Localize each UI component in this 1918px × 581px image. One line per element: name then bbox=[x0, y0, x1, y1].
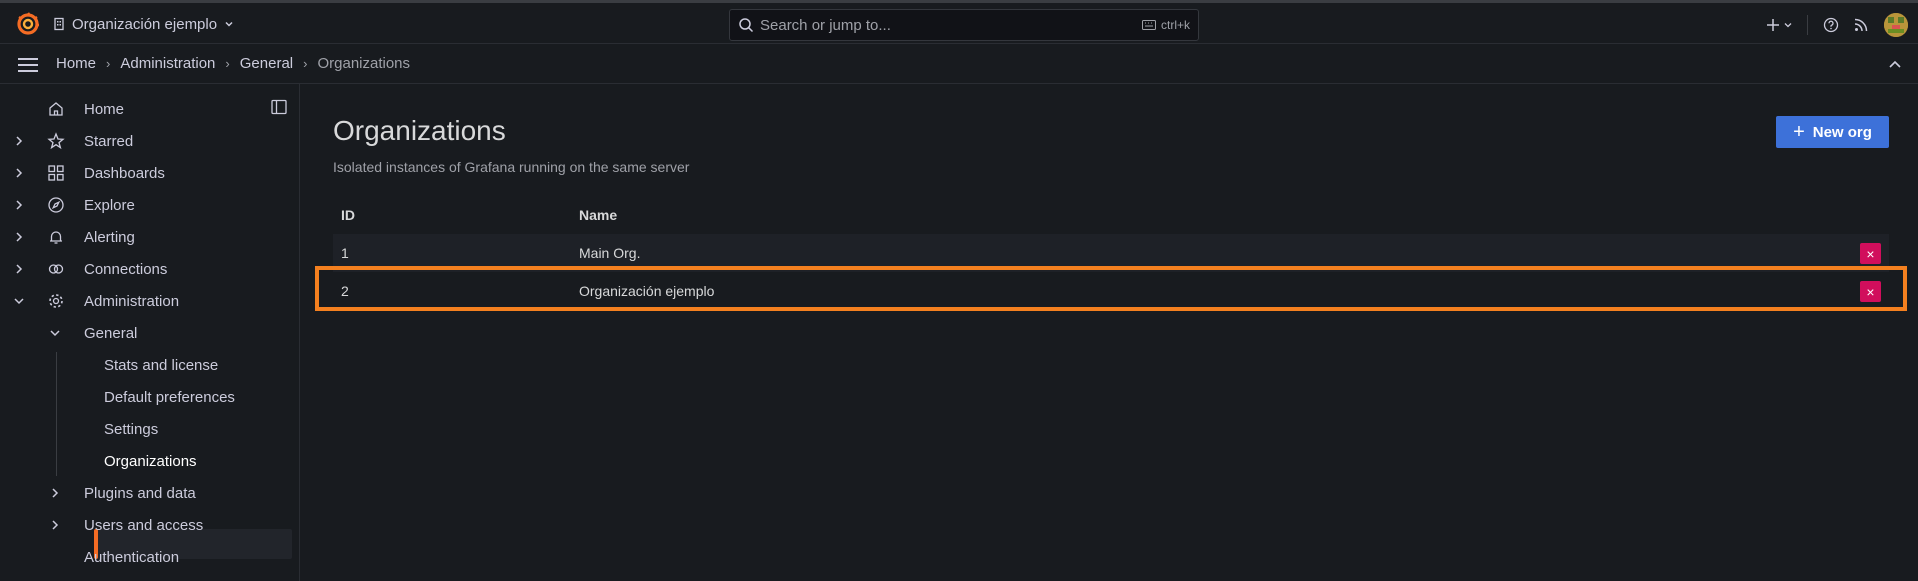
chevron-right-icon[interactable] bbox=[12, 262, 26, 276]
column-header-name: Name bbox=[579, 207, 618, 223]
help-icon bbox=[1823, 17, 1839, 33]
sidebar-item-label: Plugins and data bbox=[84, 484, 196, 502]
sidebar-item-label: General bbox=[84, 324, 138, 342]
search-placeholder: Search or jump to... bbox=[760, 16, 891, 34]
delete-button[interactable]: × bbox=[1860, 281, 1881, 302]
org-name[interactable]: Organización ejemplo bbox=[579, 272, 714, 310]
compass-icon bbox=[48, 197, 64, 213]
sidebar-item-organizations[interactable]: Organizations bbox=[0, 446, 300, 476]
sidebar-item-label: Explore bbox=[84, 196, 135, 214]
breadcrumb-home[interactable]: Home bbox=[56, 55, 96, 72]
avatar-image-icon bbox=[1884, 13, 1908, 37]
sidebar-item-plugins-and-data[interactable]: Plugins and data bbox=[0, 478, 300, 508]
page-subtitle: Isolated instances of Grafana running on… bbox=[333, 159, 690, 175]
menu-icon[interactable] bbox=[17, 56, 39, 74]
sidebar-item-connections[interactable]: Connections bbox=[0, 254, 300, 284]
topbar-actions bbox=[1759, 9, 1918, 41]
sidebar-item-general[interactable]: General bbox=[0, 318, 300, 348]
sidebar-item-home[interactable]: Home bbox=[0, 94, 300, 124]
chevron-right-icon[interactable] bbox=[12, 134, 26, 148]
sidebar-item-label: Users and access bbox=[84, 516, 204, 534]
org-id: 2 bbox=[341, 283, 349, 299]
search-input[interactable]: Search or jump to... ctrl+k bbox=[729, 9, 1199, 41]
org-id: 1 bbox=[341, 245, 349, 261]
sidebar-item-explore[interactable]: Explore bbox=[0, 190, 300, 220]
star-icon bbox=[47, 132, 65, 150]
sidebar-item-administration[interactable]: Administration bbox=[0, 286, 300, 316]
column-header-id: ID bbox=[341, 207, 355, 223]
sidebar-item-label: Starred bbox=[84, 132, 134, 150]
org-name: Organización ejemplo bbox=[72, 15, 218, 33]
shortcut-text: ctrl+k bbox=[1160, 18, 1190, 32]
breadcrumb-separator: › bbox=[106, 56, 111, 71]
chevron-right-icon[interactable] bbox=[48, 518, 62, 532]
org-name[interactable]: Main Org. bbox=[579, 234, 640, 272]
chevron-right-icon[interactable] bbox=[12, 166, 26, 180]
plus-icon bbox=[1766, 19, 1779, 31]
new-menu-button[interactable] bbox=[1759, 10, 1799, 40]
sidebar-item-label: Stats and license bbox=[104, 356, 219, 374]
help-button[interactable] bbox=[1816, 10, 1846, 40]
rss-icon bbox=[1854, 18, 1868, 32]
sidebar-item-label: Organizations bbox=[104, 452, 197, 470]
top-bar: Organización ejemplo Search or jump to..… bbox=[0, 3, 1918, 44]
chevron-down-icon bbox=[1784, 23, 1791, 28]
sidebar-item-label: Administration bbox=[84, 292, 180, 310]
sidebar-item-settings[interactable]: Settings bbox=[0, 414, 300, 444]
divider bbox=[1807, 15, 1808, 35]
close-icon: × bbox=[1866, 245, 1875, 262]
table-row[interactable]: 1 Main Org. × bbox=[333, 234, 1889, 272]
sidebar-item-label: Settings bbox=[104, 420, 159, 438]
sidebar-item-users-and-access[interactable]: Users and access bbox=[0, 510, 300, 540]
chevron-down-icon[interactable] bbox=[48, 326, 62, 340]
sidebar-item-dashboards[interactable]: Dashboards bbox=[0, 158, 300, 188]
breadcrumb-administration[interactable]: Administration bbox=[120, 55, 215, 72]
keyboard-icon bbox=[1141, 20, 1156, 30]
chevron-down-icon[interactable] bbox=[12, 294, 26, 308]
chevron-up-icon[interactable] bbox=[1886, 56, 1904, 74]
plus-icon: + bbox=[1793, 121, 1805, 143]
delete-button[interactable]: × bbox=[1860, 243, 1881, 264]
sidebar-item-default-preferences[interactable]: Default preferences bbox=[0, 382, 300, 412]
cog-icon bbox=[49, 294, 63, 308]
org-switcher[interactable]: Organización ejemplo bbox=[52, 13, 235, 35]
grafana-logo-icon[interactable] bbox=[16, 12, 40, 36]
chevron-right-icon[interactable] bbox=[48, 486, 62, 500]
search-icon bbox=[739, 18, 754, 33]
main-content: Organizations Isolated instances of Graf… bbox=[301, 84, 1918, 581]
sidebar-item-alerting[interactable]: Alerting bbox=[0, 222, 300, 252]
keyboard-shortcut: ctrl+k bbox=[1141, 18, 1190, 32]
link-icon bbox=[48, 264, 64, 274]
sidebar-item-label: Default preferences bbox=[104, 388, 235, 406]
breadcrumb-general[interactable]: General bbox=[240, 55, 293, 72]
breadcrumb-bar: Home › Administration › General › Organi… bbox=[0, 45, 1918, 84]
news-button[interactable] bbox=[1846, 10, 1876, 40]
building-icon bbox=[54, 17, 64, 31]
user-avatar[interactable] bbox=[1884, 13, 1908, 37]
breadcrumb: Home › Administration › General › Organi… bbox=[56, 55, 410, 72]
sidebar-item-label: Connections bbox=[84, 260, 168, 278]
sidebar-nav: Home Starred Dashboards Explore Alerting… bbox=[0, 84, 300, 581]
new-org-button[interactable]: + New org bbox=[1776, 116, 1889, 148]
close-icon: × bbox=[1866, 283, 1875, 300]
sidebar-item-authentication[interactable]: Authentication bbox=[0, 542, 300, 572]
page-title: Organizations bbox=[333, 115, 506, 146]
sidebar-item-label: Home bbox=[84, 100, 125, 118]
chevron-right-icon[interactable] bbox=[12, 230, 26, 244]
breadcrumb-separator: › bbox=[303, 56, 308, 71]
breadcrumb-current: Organizations bbox=[317, 55, 411, 72]
breadcrumb-separator: › bbox=[225, 56, 230, 71]
sidebar-item-label: Authentication bbox=[84, 548, 180, 566]
chevron-down-icon bbox=[225, 21, 233, 27]
sidebar-item-starred[interactable]: Starred bbox=[0, 126, 300, 156]
new-org-label: New org bbox=[1812, 123, 1872, 141]
chevron-right-icon[interactable] bbox=[12, 198, 26, 212]
apps-icon bbox=[48, 165, 64, 181]
sidebar-item-label: Dashboards bbox=[84, 164, 165, 182]
bell-icon bbox=[50, 231, 62, 244]
sidebar-item-label: Alerting bbox=[84, 228, 135, 246]
sidebar-item-stats-and-license[interactable]: Stats and license bbox=[0, 350, 300, 380]
table-row[interactable]: 2 Organización ejemplo × bbox=[333, 272, 1889, 310]
home-icon bbox=[49, 102, 63, 116]
